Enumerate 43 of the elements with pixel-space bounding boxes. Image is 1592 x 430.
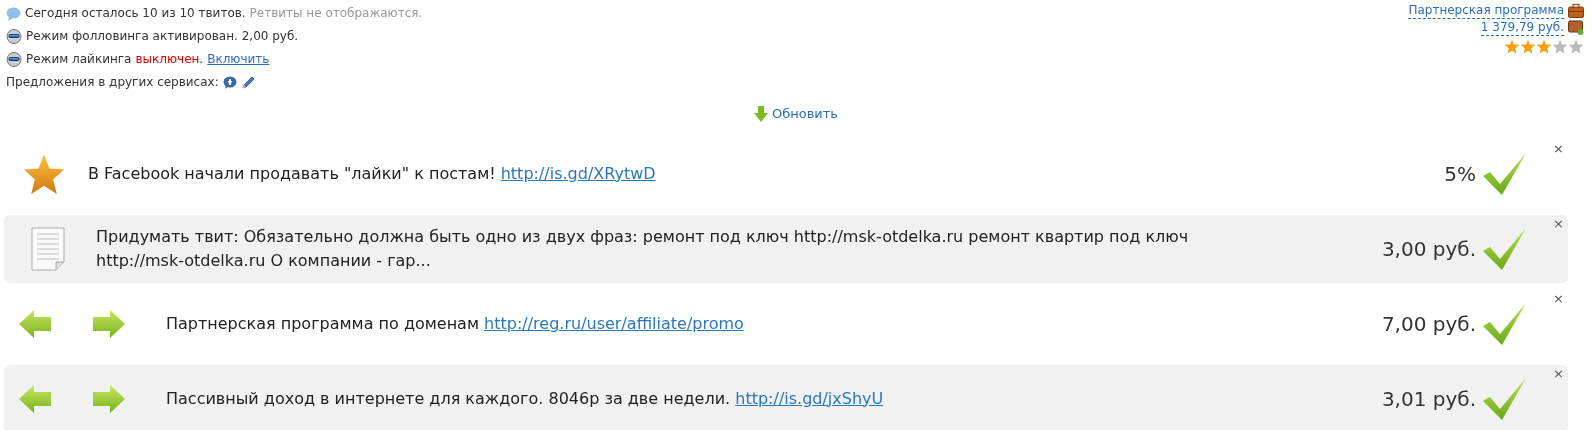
status-punctuation: . (199, 51, 204, 68)
status-note: Ретвиты не отображаются. (249, 5, 423, 22)
enable-link[interactable]: Включить (207, 48, 270, 71)
down-arrow-icon (753, 105, 768, 122)
task-link[interactable]: http://reg.ru/user/affiliate/promo (484, 313, 744, 333)
left-arrow-icon[interactable] (18, 307, 54, 340)
refresh-button[interactable]: Обновить (753, 104, 839, 124)
star-icon (1504, 39, 1520, 54)
star-icon (1536, 39, 1552, 54)
star-icon (1520, 39, 1536, 54)
robot-icon (6, 29, 22, 44)
facebook-bubble-icon[interactable] (222, 76, 237, 89)
status-text: Режим фолловинга активирован. 2,00 руб. (26, 28, 299, 45)
close-button[interactable]: × (1553, 291, 1564, 306)
task-link[interactable]: http://is.gd/jxShyU (735, 388, 884, 408)
right-arrow-icon[interactable] (90, 382, 126, 415)
close-button[interactable]: × (1553, 216, 1564, 231)
star-icon (1568, 39, 1584, 54)
status-text: Предложения в других сервисах: (6, 74, 219, 91)
left-arrow-icon[interactable] (18, 382, 54, 415)
close-button[interactable]: × (1553, 141, 1564, 156)
robot-icon (6, 52, 22, 67)
balance-link[interactable]: 1 379,79 руб. (1480, 19, 1564, 36)
task-link[interactable]: http://is.gd/XRytwD (500, 163, 656, 183)
speech-bubble-icon (6, 6, 21, 21)
task-text: Пассивный доход в интернете для каждого. 8046р за две недели. (166, 388, 731, 408)
status-text: Сегодня осталось 10 из 10 твитов. (25, 5, 246, 22)
status-text: Режим лайкинга (26, 51, 132, 68)
task-text: Придумать твит: Обязательно должна быть одно из двух фраз: ремонт под ключ http://msk-otdelka.ru ремонт квартир под ключ http://msk-otdelka.ru О компании - гар... (96, 226, 1189, 270)
right-arrow-icon[interactable] (90, 307, 126, 340)
close-button[interactable]: × (1553, 366, 1564, 381)
pencil-icon[interactable] (240, 75, 256, 90)
task-reward: 5% (1444, 160, 1476, 188)
document-icon (30, 225, 66, 272)
wallet-icon[interactable] (1568, 20, 1584, 35)
task-reward: 3,00 руб. (1381, 235, 1476, 263)
task-text: Партнерская программа по доменам (166, 313, 479, 333)
task-reward: 7,00 руб. (1381, 310, 1476, 338)
briefcase-icon (1568, 3, 1584, 18)
task-text: В Facebook начали продавать "лайки" к постам! (88, 163, 496, 183)
star-icon (1552, 39, 1568, 54)
partner-program-link[interactable]: Партнерская программа (1408, 2, 1564, 19)
task-reward: 3,01 руб. (1381, 385, 1476, 413)
